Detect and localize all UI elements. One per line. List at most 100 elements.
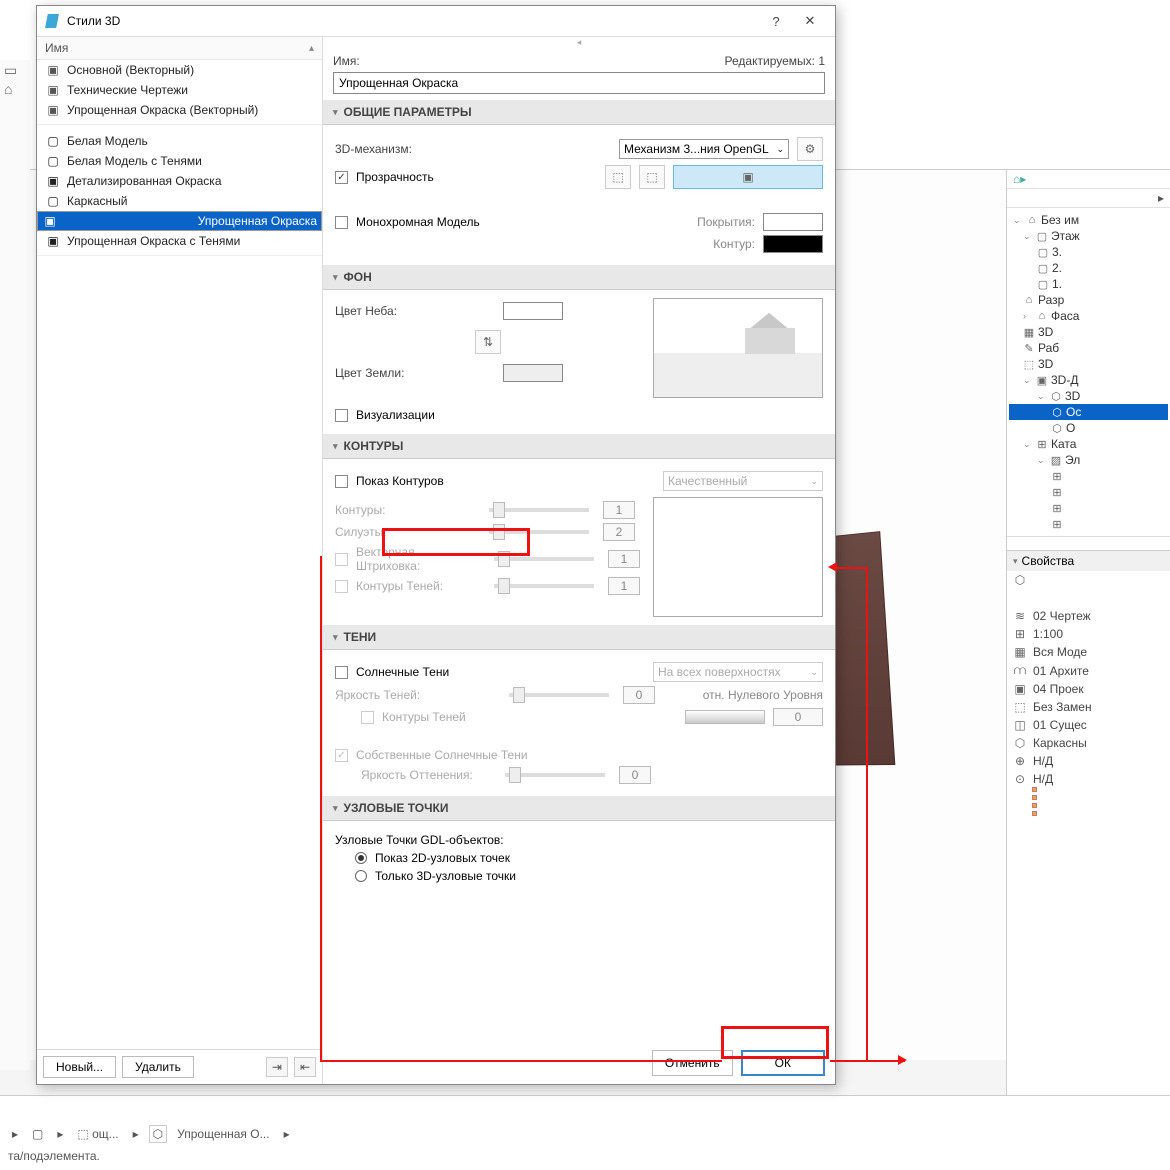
style-item[interactable]: ▣Упрощенная Окраска (Векторный) (37, 100, 322, 120)
contours-value: 1 (603, 501, 635, 519)
mono-checkbox[interactable] (335, 216, 348, 229)
prop-row[interactable]: ⊕Н/Д (1007, 752, 1170, 770)
ground-swatch[interactable] (503, 364, 563, 382)
style-name-input[interactable] (333, 72, 825, 94)
hatch-checkbox (335, 553, 348, 566)
help-button[interactable]: ? (759, 14, 793, 29)
tint-slider (505, 773, 605, 777)
delete-button[interactable]: Удалить (122, 1056, 194, 1078)
silhouettes-slider (489, 530, 589, 534)
visualization-label: Визуализации (356, 408, 435, 422)
sort-icon[interactable]: ▴ (309, 43, 314, 54)
prop-row[interactable]: ≋02 Чертеж (1007, 607, 1170, 625)
prop-row[interactable]: ▣04 Проек (1007, 680, 1170, 698)
hatch-slider (494, 557, 594, 561)
engine-select[interactable]: Механизм 3...ния OpenGL⌄ (619, 139, 789, 159)
transparency-checkbox[interactable] (335, 171, 348, 184)
shadow-contours-slider (494, 584, 594, 588)
section-background[interactable]: ▾ФОН (323, 265, 835, 290)
shadow-level-preview (685, 710, 765, 724)
contour-swatch[interactable] (763, 235, 823, 253)
prop-row[interactable]: ⊞1:100 (1007, 625, 1170, 643)
nodes-2d-radio[interactable] (355, 852, 367, 864)
silhouettes-value: 2 (603, 523, 635, 541)
annotation-line-h1 (320, 1060, 722, 1062)
editable-count: Редактируемых: 1 (725, 54, 825, 68)
transp-mode-3-icon[interactable]: ▣ (673, 165, 823, 189)
silhouettes-label: Силуэты: (335, 525, 475, 539)
style-item[interactable]: ▣Детализированная Окраска (37, 171, 322, 191)
sky-swatch[interactable] (503, 302, 563, 320)
background-preview (653, 298, 823, 398)
tint-brightness-label: Яркость Оттенения: (361, 768, 491, 782)
show-contours-label: Показ Контуров (356, 474, 444, 488)
dialog-title: Стили 3D (67, 14, 759, 28)
titlebar[interactable]: Стили 3D ? ✕ (37, 6, 835, 36)
nav-menu-icon[interactable]: ▸ (1158, 191, 1164, 205)
shadow-brightness-label: Яркость Теней: (335, 688, 495, 702)
style-item[interactable]: ▢Белая Модель (37, 131, 322, 151)
hatch-label: Векторная Штриховка: (356, 545, 480, 573)
annotation-arrowhead-2 (898, 1055, 907, 1065)
transp-mode-2-icon[interactable]: ⬚ (639, 165, 665, 189)
breadcrumb-style[interactable]: Упрощенная О... (173, 1125, 273, 1143)
annotation-arrowhead (828, 562, 837, 572)
style-item[interactable]: ▣Технические Чертежи (37, 80, 322, 100)
link-colors-icon[interactable]: ⇅ (475, 330, 501, 354)
section-contours[interactable]: ▾КОНТУРЫ (323, 434, 835, 459)
nodes-3d-label: Только 3D-узловые точки (375, 869, 516, 883)
sun-shadows-checkbox[interactable] (335, 666, 348, 679)
nav-icon: ⌂▸ (1013, 172, 1026, 186)
relative-level-label: отн. Нулевого Уровня (703, 688, 823, 702)
contours-label: Контуры: (335, 503, 475, 517)
transp-mode-1-icon[interactable]: ⬚ (605, 165, 631, 189)
style-item[interactable]: ▢Белая Модель с Тенями (37, 151, 322, 171)
prop-row[interactable]: ⬚Без Замен (1007, 698, 1170, 716)
annotation-line-v2 (320, 556, 322, 1062)
style-item-selected[interactable]: ▣Упрощенная Окраска (37, 211, 322, 231)
style-item[interactable]: ▣Упрощенная Окраска с Тенями (37, 231, 322, 251)
mono-label: Монохромная Модель (356, 215, 480, 229)
nodes-3d-radio[interactable] (355, 870, 367, 882)
section-general[interactable]: ▾ОБЩИЕ ПАРАМЕТРЫ (323, 100, 835, 125)
panel-resize-handle[interactable] (1032, 787, 1038, 827)
list-header: Имя (45, 41, 309, 55)
shadow-surfaces-select: На всех поверхностях⌄ (653, 662, 823, 682)
visualization-checkbox[interactable] (335, 409, 348, 422)
settings-icon[interactable]: ⚙ (797, 137, 823, 161)
contour-quality-select: Качественный⌄ (663, 471, 823, 491)
prop-row[interactable]: ⩋01 Архите (1007, 661, 1170, 680)
prop-row[interactable]: ⊙Н/Д (1007, 770, 1170, 788)
ground-label: Цвет Земли: (335, 366, 495, 380)
prop-row[interactable]: ◫01 Сущес (1007, 716, 1170, 734)
section-shadows[interactable]: ▾ТЕНИ (323, 625, 835, 650)
prop-row[interactable]: ⬡Каркасны (1007, 734, 1170, 752)
app-icon (45, 14, 59, 28)
status-text: та/подэлемента. (8, 1149, 1162, 1163)
style-item[interactable]: ▢Каркасный (37, 191, 322, 211)
export-icon[interactable]: ⇤ (294, 1057, 316, 1077)
engine-label: 3D-механизм: (335, 142, 495, 156)
shadow-contours-value: 1 (608, 577, 640, 595)
prop-row[interactable]: ▦Вся Моде (1007, 643, 1170, 661)
section-nodes[interactable]: ▾УЗЛОВЫЕ ТОЧКИ (323, 796, 835, 821)
show-contours-checkbox[interactable] (335, 475, 348, 488)
toolbox[interactable]: ▭⌂ (0, 60, 30, 1070)
coating-label: Покрытия: (697, 215, 755, 229)
own-shadows-checkbox (335, 749, 348, 762)
sky-label: Цвет Неба: (335, 304, 495, 318)
coating-swatch[interactable] (763, 213, 823, 231)
cancel-button[interactable]: Отменить (652, 1050, 733, 1076)
transparency-label: Прозрачность (356, 170, 434, 184)
new-button[interactable]: Новый... (43, 1056, 116, 1078)
styles-3d-dialog: Стили 3D ? ✕ Имя▴ ▣Основной (Векторный) … (36, 5, 836, 1085)
navigator-tree[interactable]: ⌄⌂Без им ⌄▢Этаж ▢3. ▢2. ▢1. ⌂Разр ›⌂Фаса… (1007, 208, 1170, 536)
ok-button[interactable]: ОК (741, 1050, 825, 1076)
shadow-contours-checkbox (335, 580, 348, 593)
close-button[interactable]: ✕ (793, 13, 827, 29)
import-icon[interactable]: ⇥ (266, 1057, 288, 1077)
style-item[interactable]: ▣Основной (Векторный) (37, 60, 322, 80)
shadow-level-value: 0 (773, 708, 823, 726)
annotation-arrow (832, 567, 866, 569)
tint-value: 0 (619, 766, 651, 784)
